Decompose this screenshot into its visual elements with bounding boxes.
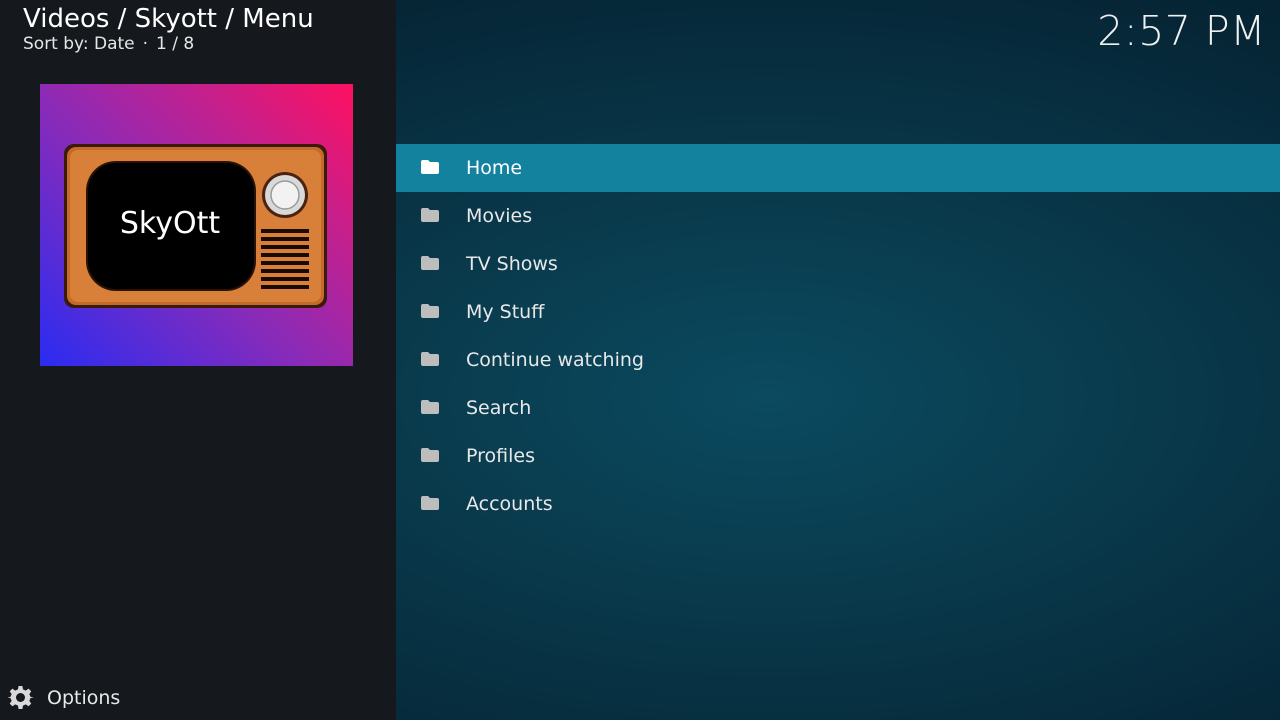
menu-item-profiles[interactable]: Profiles [396, 432, 1280, 480]
folder-icon [421, 352, 439, 366]
menu-item-movies[interactable]: Movies [396, 192, 1280, 240]
thumbnail-label: SkyOtt [119, 206, 221, 241]
clock: 2:57 PM [1097, 7, 1266, 55]
menu-item-home[interactable]: Home [396, 144, 1280, 192]
menu-item-label: Accounts [466, 493, 553, 515]
folder-icon [421, 496, 439, 510]
separator-dot: · [142, 34, 149, 54]
addon-thumbnail: SkyOtt [40, 84, 353, 366]
folder-icon [421, 208, 439, 222]
menu-item-my-stuff[interactable]: My Stuff [396, 288, 1280, 336]
gear-icon [8, 685, 34, 710]
folder-icon [421, 160, 439, 174]
menu-item-search[interactable]: Search [396, 384, 1280, 432]
sort-label: Sort by: Date [23, 34, 135, 54]
folder-icon [421, 400, 439, 414]
folder-icon [421, 448, 439, 462]
breadcrumb: Videos / Skyott / Menu [23, 4, 314, 34]
folder-icon [421, 256, 439, 270]
menu-item-continue-watching[interactable]: Continue watching [396, 336, 1280, 384]
menu-item-label: Continue watching [466, 349, 644, 371]
menu-item-accounts[interactable]: Accounts [396, 480, 1280, 528]
menu-item-label: Home [466, 157, 523, 179]
menu-list: Home Movies TV Shows My Stuff Continue w… [396, 144, 1280, 528]
menu-item-label: TV Shows [466, 253, 558, 275]
folder-icon [421, 304, 439, 318]
menu-item-tv-shows[interactable]: TV Shows [396, 240, 1280, 288]
menu-item-label: Movies [466, 205, 533, 227]
menu-item-label: Profiles [466, 445, 535, 467]
item-position: 1 / 8 [156, 34, 195, 54]
sort-info[interactable]: Sort by: Date · 1 / 8 [23, 33, 194, 55]
menu-item-label: Search [466, 397, 532, 419]
options-button[interactable]: Options [8, 684, 120, 712]
options-label: Options [47, 687, 121, 709]
menu-item-label: My Stuff [466, 301, 545, 323]
